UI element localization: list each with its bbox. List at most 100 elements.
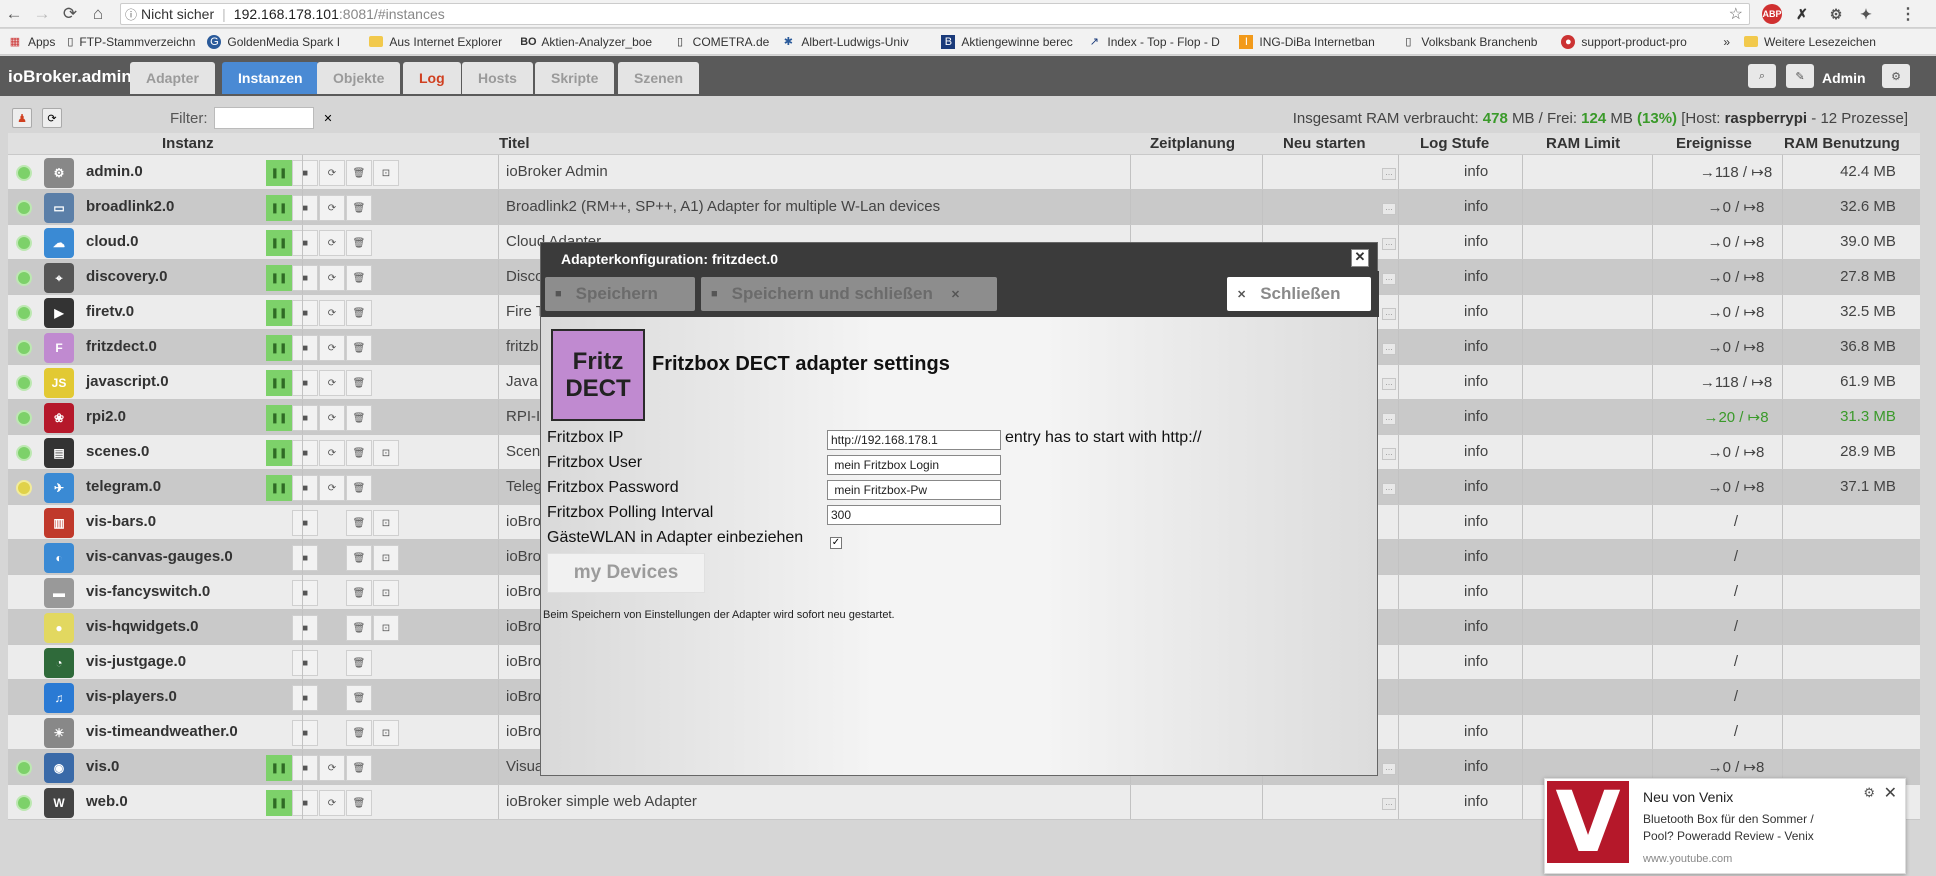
save-button[interactable]: ■ Speichern — [545, 277, 695, 311]
restart-schedule-button[interactable]: … — [1382, 168, 1396, 180]
pause-button[interactable]: ❚❚ — [266, 160, 292, 186]
web-link-button[interactable]: ⊡ — [373, 440, 399, 466]
save-close-button[interactable]: ■ Speichern und schließen ✕ — [701, 277, 997, 311]
log-level[interactable]: info — [1464, 408, 1488, 425]
restart-button[interactable]: ⟳ — [319, 755, 345, 781]
restart-schedule-button[interactable]: … — [1382, 763, 1396, 775]
bookmark-folder[interactable]: Aus Internet Explorer — [369, 35, 509, 49]
delete-button[interactable]: 🗑 — [346, 440, 372, 466]
bookmark-apps[interactable]: ▦ Apps — [8, 35, 56, 49]
settings-button[interactable]: ■ — [292, 685, 318, 711]
web-link-button[interactable]: ⊡ — [373, 615, 399, 641]
delete-button[interactable]: 🗑 — [346, 300, 372, 326]
bookmark-item[interactable]: ▯ COMETRA.de — [673, 35, 769, 49]
restart-schedule-button[interactable]: … — [1382, 308, 1396, 320]
tab-adapter[interactable]: Adapter — [130, 62, 215, 94]
tab-skripte[interactable]: Skripte — [535, 62, 615, 94]
delete-button[interactable]: 🗑 — [346, 370, 372, 396]
fritzbox-password-input[interactable] — [827, 480, 1001, 500]
menu-icon[interactable]: ⋮ — [1898, 4, 1918, 24]
settings-button[interactable]: ■ — [292, 650, 318, 676]
web-link-button[interactable]: ⊡ — [373, 545, 399, 571]
settings-button[interactable]: ■ — [292, 475, 318, 501]
tab-szenen[interactable]: Szenen — [618, 62, 700, 94]
adblock-icon[interactable]: ABP — [1762, 4, 1782, 24]
settings-button[interactable]: ■ — [292, 230, 318, 256]
fritzbox-ip-input[interactable] — [827, 430, 1001, 450]
bookmark-item[interactable]: BO Aktien-Analyzer_boe — [521, 35, 661, 49]
log-level[interactable]: info — [1464, 163, 1488, 180]
tab-log[interactable]: Log — [403, 62, 461, 94]
web-link-button[interactable]: ⊡ — [373, 580, 399, 606]
settings-button[interactable]: ■ — [292, 335, 318, 361]
pause-button[interactable]: ❚❚ — [266, 230, 292, 256]
delete-button[interactable]: 🗑 — [346, 265, 372, 291]
log-level[interactable]: info — [1464, 373, 1488, 390]
home-icon[interactable]: ⌂ — [84, 0, 112, 28]
expert-mode-icon[interactable]: ♟ — [12, 108, 32, 128]
settings-button[interactable]: ■ — [292, 440, 318, 466]
column-header[interactable]: Instanz — [162, 135, 214, 152]
bookmark-item[interactable]: ▯ FTP-Stammverzeichn — [67, 35, 195, 49]
log-level[interactable]: info — [1464, 548, 1488, 565]
delete-button[interactable]: 🗑 — [346, 545, 372, 571]
extension-pin-icon[interactable]: ✦ — [1856, 4, 1876, 24]
guest-wlan-checkbox[interactable]: ✓ — [830, 537, 842, 549]
log-level[interactable]: info — [1464, 443, 1488, 460]
reload-icon[interactable]: ⟳ — [56, 0, 84, 28]
log-level[interactable]: info — [1464, 233, 1488, 250]
settings-button[interactable]: ■ — [292, 405, 318, 431]
pause-button[interactable]: ❚❚ — [266, 335, 292, 361]
restart-button[interactable]: ⟳ — [319, 195, 345, 221]
delete-button[interactable]: 🗑 — [346, 650, 372, 676]
settings-button[interactable]: ■ — [292, 160, 318, 186]
info-icon[interactable]: ⓘ — [121, 6, 141, 23]
bookmark-item[interactable]: B Aktiengewinne berec — [941, 34, 1075, 49]
restart-schedule-button[interactable]: … — [1382, 203, 1396, 215]
web-link-button[interactable]: ⊡ — [373, 510, 399, 536]
delete-button[interactable]: 🗑 — [346, 475, 372, 501]
log-level[interactable]: info — [1464, 583, 1488, 600]
restart-button[interactable]: ⟳ — [319, 160, 345, 186]
settings-button[interactable]: ■ — [292, 545, 318, 571]
column-header[interactable]: RAM Benutzung — [1784, 135, 1900, 152]
bookmark-folder-more[interactable]: Weitere Lesezeichen — [1744, 35, 1876, 49]
bookmark-item[interactable]: ✱ Albert-Ludwigs-Univ — [781, 35, 929, 49]
delete-button[interactable]: 🗑 — [346, 510, 372, 536]
column-header[interactable]: Ereignisse — [1676, 135, 1752, 152]
log-level[interactable]: info — [1464, 478, 1488, 495]
tab-instanzen[interactable]: Instanzen — [222, 62, 319, 94]
delete-button[interactable]: 🗑 — [346, 720, 372, 746]
delete-button[interactable]: 🗑 — [346, 195, 372, 221]
restart-button[interactable]: ⟳ — [319, 370, 345, 396]
settings-button[interactable]: ■ — [292, 370, 318, 396]
log-level[interactable]: info — [1464, 303, 1488, 320]
back-icon[interactable]: ← — [0, 0, 28, 28]
restart-button[interactable]: ⟳ — [319, 790, 345, 816]
settings-button[interactable]: ■ — [292, 580, 318, 606]
pause-button[interactable]: ❚❚ — [266, 370, 292, 396]
pause-button[interactable]: ❚❚ — [266, 755, 292, 781]
settings-button[interactable]: ■ — [292, 510, 318, 536]
bookmark-item[interactable]: I ING-DiBa Internetban — [1239, 34, 1389, 49]
tab-hosts[interactable]: Hosts — [462, 62, 533, 94]
delete-button[interactable]: 🗑 — [346, 230, 372, 256]
bookmark-item[interactable]: ↗ Index - Top - Flop - D — [1087, 35, 1227, 49]
bookmark-item[interactable]: ▯ Volksbank Branchenb — [1401, 35, 1549, 49]
log-level[interactable]: info — [1464, 198, 1488, 215]
delete-button[interactable]: 🗑 — [346, 580, 372, 606]
web-link-button[interactable]: ⊡ — [373, 160, 399, 186]
my-devices-button[interactable]: my Devices — [547, 553, 705, 593]
web-link-button[interactable]: ⊡ — [373, 720, 399, 746]
delete-button[interactable]: 🗑 — [346, 755, 372, 781]
log-level[interactable]: info — [1464, 653, 1488, 670]
pause-button[interactable]: ❚❚ — [266, 790, 292, 816]
tab-objekte[interactable]: Objekte — [317, 62, 401, 94]
log-level[interactable]: info — [1464, 338, 1488, 355]
restart-button[interactable]: ⟳ — [319, 335, 345, 361]
log-level[interactable]: info — [1464, 758, 1488, 775]
column-header[interactable]: RAM Limit — [1546, 135, 1620, 152]
restart-schedule-button[interactable]: … — [1382, 343, 1396, 355]
column-header[interactable]: Titel — [499, 135, 530, 152]
pause-button[interactable]: ❚❚ — [266, 300, 292, 326]
